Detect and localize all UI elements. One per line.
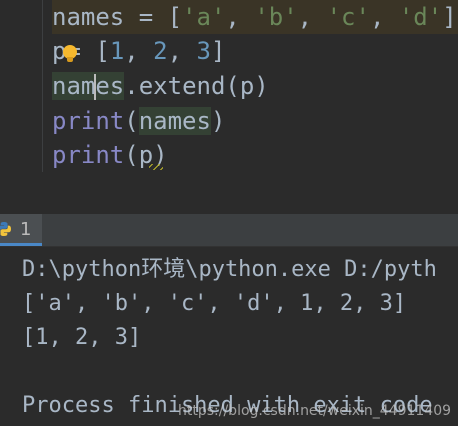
string-c: 'c' [326,3,370,31]
console-line-command: D:\python环境\python.exe D:/pyth [22,257,437,282]
builtin-print: print [52,141,125,169]
string-d: 'd' [398,3,443,31]
assign-open-bracket: = [ [124,3,183,31]
panel-splitter[interactable] [0,172,458,214]
code-line-4[interactable]: print(names) [52,104,225,138]
identifier-names-part1: nam [52,72,96,100]
string-a: 'a' [182,3,226,31]
code-line-2[interactable]: p= [1, 2, 3] [52,34,225,68]
lightbulb-icon[interactable] [63,45,77,62]
builtin-print: print [52,107,125,135]
code-line-1[interactable]: names = ['a', 'b', 'c', 'd'] [52,0,458,34]
string-b: 'b' [254,3,298,31]
code-line-3[interactable]: names.extend(p) [52,69,269,103]
number-1: 1 [109,37,125,65]
python-icon [0,222,12,236]
close-paren: ) [210,107,226,135]
active-tab-indicator [0,243,42,246]
close-bracket: ] [442,3,457,31]
open-paren: ( [124,141,139,169]
run-tab-label: 1 [20,219,32,240]
watermark: https://blog.csdn.net/weixin_44911409 [178,403,452,419]
gutter-divider [42,0,43,172]
run-tab[interactable]: 1 [0,214,42,246]
identifier-names-highlight: names [138,107,211,135]
code-editor[interactable]: names = ['a', 'b', 'c', 'd'] p= [1, 2, 3… [0,0,458,172]
comma: , [297,3,327,31]
console-line-output-p: [1, 2, 3] [22,325,142,350]
extend-call: .extend(p) [124,72,269,100]
comma: , [225,3,255,31]
run-panel-header: 1 [0,214,458,247]
comma: , [124,37,154,65]
close-bracket: ] [210,37,226,65]
console-line-output-names: ['a', 'b', 'c', 'd', 1, 2, 3] [22,291,407,316]
comma: , [369,3,399,31]
run-console[interactable]: D:\python环境\python.exe D:/pyth ['a', 'b'… [0,247,458,426]
number-2: 2 [153,37,168,65]
comma: , [167,37,197,65]
identifier-names-part2: es [95,72,125,100]
open-paren: ( [124,107,139,135]
number-3: 3 [196,37,211,65]
identifier-names: names [52,3,125,31]
warning-squiggle [149,164,163,170]
